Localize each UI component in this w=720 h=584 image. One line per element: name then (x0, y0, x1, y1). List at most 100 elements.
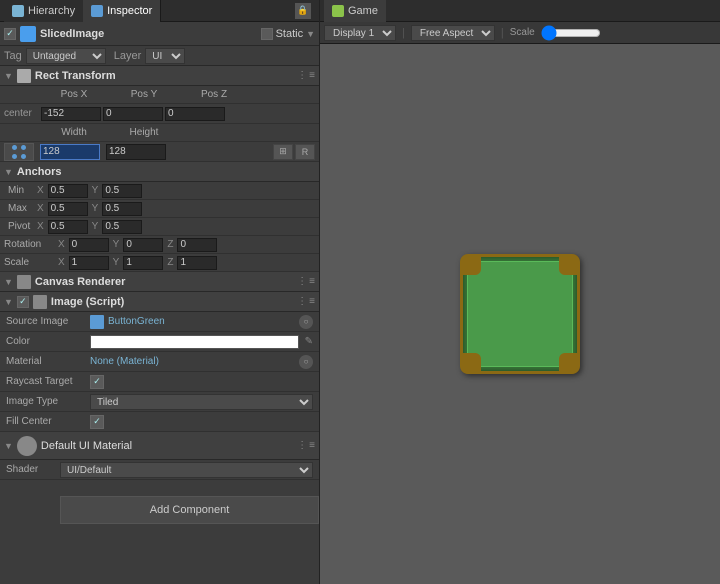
pos-x-label: Pos X (39, 89, 109, 100)
image-script-header[interactable]: ▼ ✓ Image (Script) ⋮ ≡ (0, 292, 319, 312)
tab-inspector[interactable]: Inspector (83, 0, 161, 22)
inspector-panel: Hierarchy Inspector 🔒 ✓ SlicedImage Stat… (0, 0, 320, 584)
anchor-max-x-input[interactable] (48, 202, 88, 216)
pos-z-label: Pos Z (179, 89, 249, 100)
pivot-y-label: Y (92, 221, 99, 232)
default-material-header[interactable]: ▼ Default UI Material ⋮ ≡ (0, 432, 319, 460)
hierarchy-tab-label: Hierarchy (28, 5, 75, 17)
rect-transform-header[interactable]: ▼ Rect Transform ⋮ ≡ (0, 66, 319, 86)
button-green-inner (460, 254, 580, 374)
scale-y-input[interactable] (123, 256, 163, 270)
canvas-renderer-title: Canvas Renderer (35, 276, 126, 288)
scale-slider[interactable] (541, 27, 601, 39)
anchor-min-y-label: Y (92, 185, 99, 196)
anchor-min-label: Min (8, 185, 33, 196)
color-swatch[interactable] (90, 335, 299, 349)
source-image-name: ButtonGreen (108, 316, 165, 327)
source-image-row: Source Image ButtonGreen ○ (0, 312, 319, 332)
anchor-min-y-input[interactable] (102, 184, 142, 198)
pos-y-label: Pos Y (109, 89, 179, 100)
shader-dropdown[interactable]: UI/Default (60, 462, 313, 478)
scale-z-input[interactable] (177, 256, 217, 270)
material-picker[interactable]: ○ (299, 355, 313, 369)
tag-label: Tag (4, 50, 22, 62)
anchor-widget-btn[interactable] (4, 143, 34, 161)
raycast-row: Raycast Target ✓ (0, 372, 319, 392)
anchors-title: Anchors (17, 166, 62, 178)
rt-controls: ⋮ ≡ (297, 70, 315, 81)
rt-arrow: ▼ (4, 71, 13, 81)
dm-more[interactable]: ≡ (309, 440, 315, 451)
anchor-min-x-input[interactable] (48, 184, 88, 198)
add-component-button[interactable]: Add Component (60, 496, 319, 524)
anchor-min-row: Min X Y (0, 182, 319, 200)
default-material-title: Default UI Material (41, 440, 132, 452)
cr-more[interactable]: ≡ (309, 276, 315, 287)
component-icon (20, 26, 36, 42)
constrain-proportions-button[interactable]: ⊞ (273, 144, 293, 160)
lock-button[interactable]: 🔒 (295, 3, 311, 19)
cr-arrow: ▼ (4, 277, 13, 287)
rotation-y-input[interactable] (123, 238, 163, 252)
wh-labels-row: Width Height (0, 124, 319, 142)
pivot-x-input[interactable] (48, 220, 88, 234)
canvas-renderer-header[interactable]: ▼ Canvas Renderer ⋮ ≡ (0, 272, 319, 292)
display-dropdown[interactable]: Display 1 (324, 25, 396, 41)
corner-bl (461, 353, 481, 373)
dm-controls: ⋮ ≡ (297, 440, 315, 451)
height-input[interactable] (106, 144, 166, 160)
corner-tr (559, 255, 579, 275)
width-input[interactable] (40, 144, 100, 160)
anchor-max-label: Max (8, 203, 33, 214)
anchors-header[interactable]: ▼ Anchors (0, 162, 319, 182)
image-script-checkbox[interactable]: ✓ (17, 296, 29, 308)
static-checkbox[interactable] (261, 28, 273, 40)
image-type-dropdown[interactable]: Tiled (90, 394, 313, 410)
tab-hierarchy[interactable]: Hierarchy (4, 0, 83, 22)
rotation-z-input[interactable] (177, 238, 217, 252)
is-controls: ⋮ ≡ (297, 296, 315, 307)
is-more[interactable]: ≡ (309, 296, 315, 307)
button-green-preview (460, 254, 580, 374)
slicedimage-checkbox[interactable]: ✓ (4, 28, 16, 40)
image-type-label: Image Type (6, 396, 86, 407)
scale-label: Scale (510, 27, 535, 38)
material-label: Material (6, 356, 86, 367)
color-edit-icon[interactable]: ✎ (305, 336, 313, 347)
pos-y-input[interactable] (103, 107, 163, 121)
aspect-dropdown[interactable]: Free Aspect (411, 25, 495, 41)
static-label: Static (276, 28, 304, 40)
scale-x-input[interactable] (69, 256, 109, 270)
layer-dropdown[interactable]: UI (145, 48, 185, 64)
cr-settings[interactable]: ⋮ (297, 276, 307, 287)
rotation-label: Rotation (4, 239, 54, 250)
raycast-checkbox[interactable]: ✓ (90, 375, 104, 389)
shader-label: Shader (6, 464, 56, 475)
tab-game[interactable]: Game (324, 0, 386, 22)
dm-settings[interactable]: ⋮ (297, 440, 307, 451)
r-button[interactable]: R (295, 144, 315, 160)
tag-layer-row: Tag Untagged Layer UI (0, 46, 319, 66)
hierarchy-icon (12, 5, 24, 17)
pivot-y-input[interactable] (102, 220, 142, 234)
is-arrow: ▼ (4, 297, 13, 307)
inspector-tab-label: Inspector (107, 5, 152, 17)
fill-center-checkbox[interactable]: ✓ (90, 415, 104, 429)
tag-dropdown[interactable]: Untagged (26, 48, 106, 64)
material-row: Material None (Material) ○ (0, 352, 319, 372)
rt-more[interactable]: ≡ (309, 70, 315, 81)
rotation-x-input[interactable] (69, 238, 109, 252)
is-settings[interactable]: ⋮ (297, 296, 307, 307)
rt-settings[interactable]: ⋮ (297, 70, 307, 81)
scroll-content[interactable]: ▼ Rect Transform ⋮ ≡ Pos X Pos Y Pos Z c… (0, 66, 319, 584)
anchor-max-y-input[interactable] (102, 202, 142, 216)
static-dropdown-arrow[interactable]: ▼ (306, 29, 315, 39)
pos-z-input[interactable] (165, 107, 225, 121)
cr-icon (17, 275, 31, 289)
rotation-row: Rotation X Y Z (0, 236, 319, 254)
rect-transform-title: Rect Transform (35, 70, 116, 82)
source-image-value: ButtonGreen (90, 315, 295, 329)
source-image-picker[interactable]: ○ (299, 315, 313, 329)
game-viewport (320, 44, 720, 584)
pos-x-input[interactable] (41, 107, 101, 121)
